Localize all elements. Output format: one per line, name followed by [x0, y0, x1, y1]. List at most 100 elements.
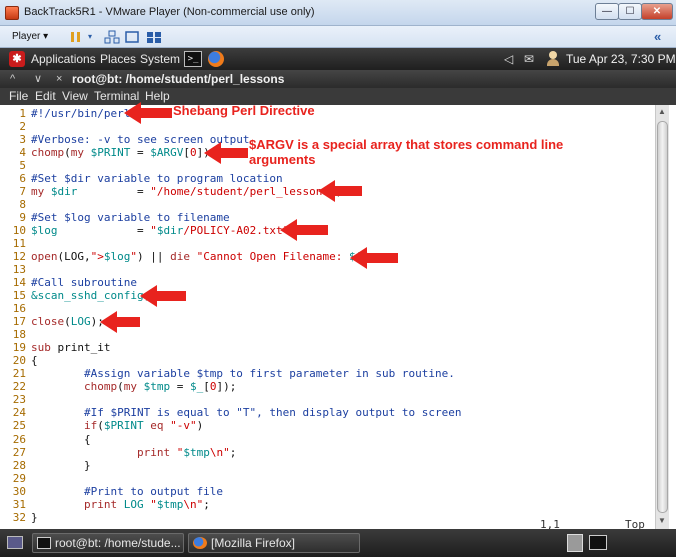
code-line: 19 sub print_it [0, 341, 655, 354]
code-text: if($PRINT eq "-v") [31, 419, 203, 432]
code-line: 15&scan_sshd_config; [0, 289, 655, 302]
show-desktop-icon[interactable] [7, 536, 23, 549]
terminal-close-button[interactable]: × [56, 71, 62, 87]
annotation-arrow-open [350, 247, 398, 269]
line-number: 6 [19, 172, 26, 186]
line-number: 1 [19, 107, 26, 120]
maximize-button[interactable]: ☐ [618, 3, 642, 20]
line-number: 12 [12, 250, 26, 264]
line-number: 5 [19, 159, 26, 173]
user-icon[interactable] [546, 51, 560, 67]
minimize-button[interactable]: — [595, 3, 619, 20]
collapse-toolbar-button[interactable]: « [654, 29, 661, 44]
line-number: 32 [12, 510, 26, 524]
backtrack-logo-icon[interactable]: ✱ [9, 51, 25, 67]
code-token: $log [103, 250, 131, 264]
scroll-thumb[interactable] [657, 121, 668, 513]
volume-icon[interactable]: ◁ [504, 52, 513, 66]
line-number: 16 [12, 302, 26, 316]
scroll-down-icon[interactable]: ▼ [658, 516, 666, 525]
annotation-arrow-shebang [124, 102, 172, 124]
line-number: 18 [12, 328, 26, 342]
terminal-icon [37, 537, 51, 549]
code-text: #Set $log variable to filename [31, 211, 230, 224]
gnome-bottom-panel: root@bt: /home/stude... [Mozilla Firefox… [0, 529, 676, 557]
code-token: die [170, 250, 190, 264]
code-line: 28 } [0, 459, 655, 472]
line-number: 14 [12, 276, 26, 290]
menu-file[interactable]: File [9, 89, 28, 104]
workspace-switcher-icon[interactable] [589, 535, 607, 550]
system-menu[interactable]: System [140, 52, 180, 66]
places-menu[interactable]: Places [100, 52, 136, 66]
line-number: 25 [12, 419, 26, 433]
code-token: $log [31, 224, 58, 238]
line-number: 13 [12, 263, 26, 277]
trash-icon[interactable] [567, 534, 583, 552]
gnome-top-panel: ✱ Applications Places System >_ ◁ ✉ Tue … [0, 48, 676, 70]
line-number: 22 [12, 380, 26, 394]
code-text: close(LOG); [31, 315, 104, 328]
unity-icon[interactable] [146, 30, 162, 48]
code-token: $tmp [156, 497, 184, 511]
firefox-launcher-icon[interactable] [208, 51, 224, 67]
code-line: 23 [0, 393, 655, 406]
code-token: close [31, 315, 65, 329]
taskbar-firefox[interactable]: [Mozilla Firefox] [188, 533, 360, 553]
terminal-launcher-icon[interactable]: >_ [184, 51, 202, 67]
code-token: $tmp [143, 380, 171, 394]
code-token: } [31, 458, 91, 472]
line-number: 2 [19, 120, 26, 134]
applications-menu[interactable]: Applications [31, 52, 96, 66]
terminal-menu-button[interactable]: ∨ [34, 71, 42, 87]
line-number: 30 [12, 484, 26, 498]
fullscreen-icon[interactable] [124, 30, 140, 48]
vmware-toolbar: Player ▾ ▾ « [0, 26, 676, 48]
clock[interactable]: Tue Apr 23, 7:30 PM [566, 52, 676, 66]
line-number: 27 [12, 445, 26, 459]
code-line: 27 print "$tmp\n"; [0, 446, 655, 459]
code-text: my $dir = "/home/student/perl_lessons"; [31, 185, 342, 198]
scroll-up-icon[interactable]: ▲ [658, 107, 666, 116]
code-token: print_it [57, 341, 111, 355]
network-icon[interactable] [104, 30, 120, 48]
close-button[interactable]: ✕ [641, 3, 673, 20]
code-token: chomp [31, 146, 65, 160]
firefox-icon [193, 537, 207, 549]
code-token: if [83, 419, 98, 433]
terminal-roll-up-button[interactable]: ^ [10, 71, 15, 87]
code-token: $ARGV [150, 146, 184, 160]
code-token: $tmp [183, 445, 210, 459]
code-token: (LOG, [57, 250, 91, 264]
code-token: ]); [216, 380, 237, 394]
code-text: #Call subroutine [31, 276, 137, 289]
code-line: 13 [0, 263, 655, 276]
code-line: 5 [0, 159, 655, 172]
pause-icon[interactable] [68, 30, 84, 48]
mail-icon[interactable]: ✉ [524, 52, 534, 66]
taskbar-terminal[interactable]: root@bt: /home/stude... [32, 533, 184, 553]
annotation-argv-line2: arguments [249, 152, 316, 167]
player-menu-button[interactable]: Player ▾ [6, 29, 54, 45]
menu-edit[interactable]: Edit [35, 89, 56, 104]
scrollbar[interactable]: ▲ ▼ [655, 105, 669, 529]
code-token: sub [31, 341, 58, 355]
terminal-menubar: File Edit View Terminal Help [0, 88, 676, 105]
vmware-titlebar: BackTrack5R1 - VMware Player (Non-commer… [0, 0, 676, 26]
code-line: 25 if($PRINT eq "-v") [0, 419, 655, 432]
menu-view[interactable]: View [62, 89, 88, 104]
code-token: ( [117, 380, 124, 394]
annotation-shebang: Shebang Perl Directive [173, 103, 315, 118]
code-token: ) [196, 419, 204, 433]
code-text: print "$tmp\n"; [31, 446, 236, 459]
code-token: = [170, 380, 190, 394]
code-text: &scan_sshd_config; [31, 289, 150, 302]
vim-editor[interactable]: 1 #!/usr/bin/perl 2 3 #Verbose: -v to see sc… [0, 102, 676, 531]
pause-dropdown-icon[interactable]: ▾ [88, 30, 92, 44]
line-number: 10 [12, 224, 26, 238]
